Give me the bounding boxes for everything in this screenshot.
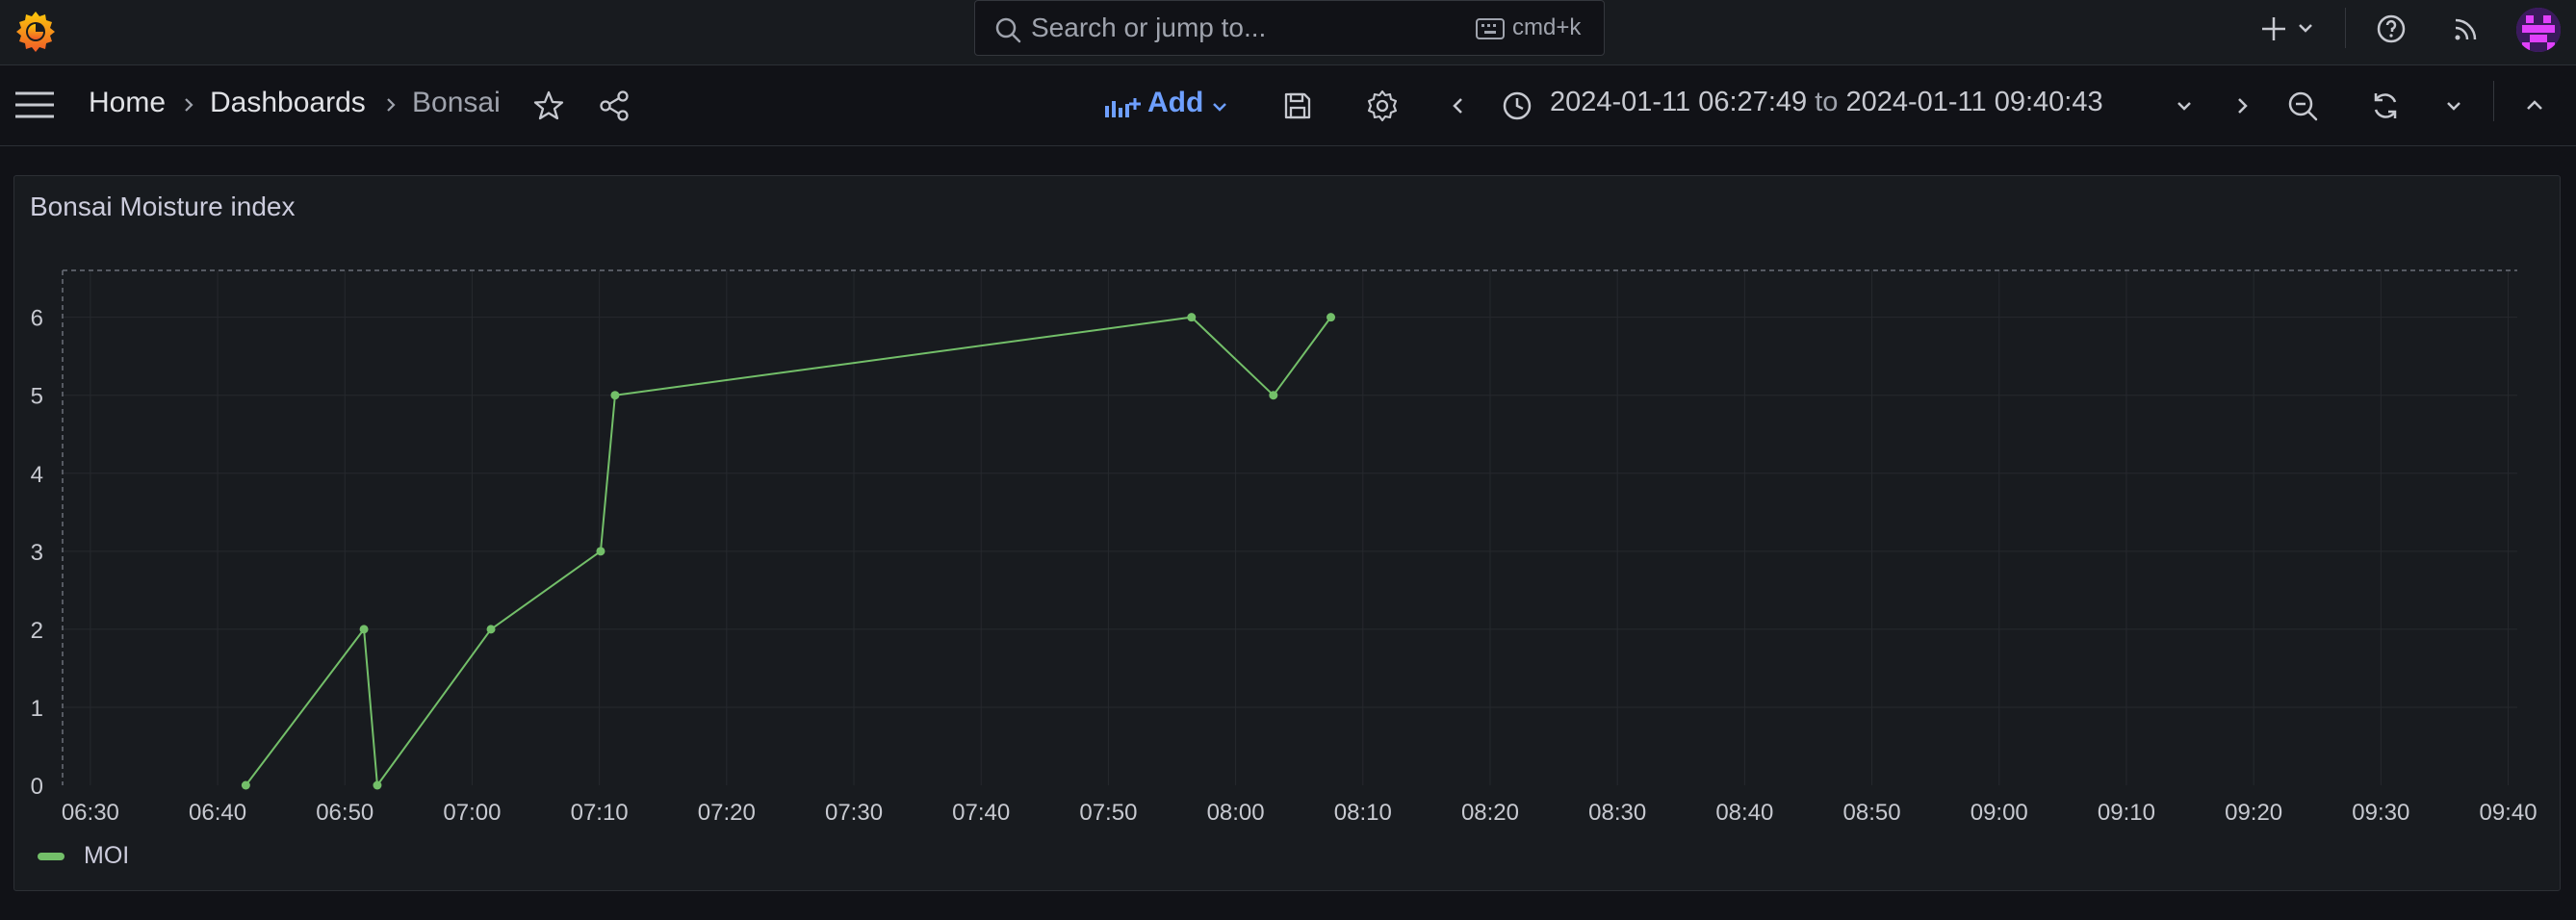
y-tick-label: 2: [31, 618, 43, 644]
timeseries-panel: Bonsai Moisture index 0 1 2 3 4 5 6 06:30 06:40 0…: [13, 175, 2561, 891]
clock-icon: [1503, 91, 1532, 120]
x-tick-label: 06:30: [62, 800, 119, 826]
line-chart[interactable]: 0 1 2 3 4 5 6 06:30 06:40 06:50 07:00 07:10 07:20 07:…: [14, 176, 2562, 892]
x-tick-label: 07:20: [698, 800, 756, 826]
x-tick-label: 08:20: [1461, 800, 1519, 826]
time-range-picker[interactable]: 2024-01-11 06:27:49 to 2024-01-11 09:40:…: [1550, 87, 2103, 118]
dashboard-nav-bar: Home Dashboards Bonsai Add 2024-01-11 06…: [0, 65, 2576, 146]
x-tick-label: 08:30: [1588, 800, 1646, 826]
chevron-up-icon[interactable]: [2520, 89, 2549, 123]
star-icon[interactable]: [531, 89, 566, 123]
x-tick-label: 09:00: [1971, 800, 2028, 826]
menu-icon[interactable]: [13, 89, 56, 121]
save-icon[interactable]: [1280, 89, 1315, 123]
y-tick-label: 1: [31, 696, 43, 722]
time-range-to-word: to: [1815, 87, 1839, 117]
help-icon[interactable]: [2374, 12, 2409, 46]
grafana-logo-icon[interactable]: [12, 8, 60, 56]
x-tick-label: 07:10: [571, 800, 629, 826]
gear-icon[interactable]: [1365, 89, 1400, 123]
x-tick-label: 07:40: [952, 800, 1010, 826]
data-point: [486, 625, 496, 634]
data-point: [373, 780, 382, 790]
chevron-down-icon[interactable]: [2170, 89, 2199, 123]
add-button[interactable]: Add: [1099, 85, 1240, 127]
x-tick-label: 08:40: [1715, 800, 1773, 826]
chevron-down-icon[interactable]: [2293, 15, 2318, 40]
rss-icon[interactable]: [2449, 12, 2484, 46]
breadcrumb-current: Bonsai: [412, 87, 501, 118]
x-tick-label: 08:50: [1843, 800, 1901, 826]
chart-legend: MOI: [38, 842, 129, 870]
y-tick-label: 0: [31, 774, 43, 800]
avatar[interactable]: [2516, 8, 2561, 52]
x-tick-label: 08:10: [1334, 800, 1392, 826]
data-point: [1269, 391, 1278, 400]
time-range-to: 2024-01-11 09:40:43: [1845, 87, 2103, 117]
chevron-right-icon: [185, 98, 193, 112]
data-point: [610, 391, 620, 400]
refresh-icon[interactable]: [2368, 89, 2403, 123]
chevron-left-icon[interactable]: [1444, 89, 1473, 123]
x-tick-label: 06:50: [316, 800, 374, 826]
y-tick-label: 4: [31, 462, 43, 488]
y-tick-label: 3: [31, 540, 43, 566]
chevron-right-icon: [387, 98, 396, 112]
x-tick-label: 07:50: [1079, 800, 1137, 826]
legend-label[interactable]: MOI: [84, 842, 129, 870]
breadcrumb-home[interactable]: Home: [89, 87, 166, 119]
keyboard-icon: [1476, 18, 1505, 39]
plus-icon[interactable]: [2256, 12, 2291, 46]
data-point: [596, 547, 605, 556]
top-bar: Search or jump to... cmd+k: [0, 0, 2576, 65]
x-tick-label: 08:00: [1207, 800, 1265, 826]
x-tick-label: 09:40: [2479, 800, 2537, 826]
data-point: [241, 780, 250, 790]
data-point: [1327, 313, 1336, 322]
data-point: [1187, 313, 1197, 322]
search-shortcut: cmd+k: [1512, 14, 1582, 40]
y-tick-label: 5: [31, 384, 43, 410]
add-button-label: Add: [1147, 87, 1204, 118]
x-tick-label: 09:10: [2098, 800, 2155, 826]
x-tick-label: 07:00: [443, 800, 501, 826]
chevron-right-icon[interactable]: [2228, 89, 2256, 123]
search-icon: [995, 17, 1021, 43]
add-panel-icon: [1105, 98, 1141, 117]
x-tick-label: 09:30: [2352, 800, 2409, 826]
chevron-down-icon[interactable]: [2439, 89, 2468, 123]
x-tick-label: 06:40: [189, 800, 246, 826]
search-bar[interactable]: Search or jump to... cmd+k: [974, 0, 1605, 56]
time-range-from: 2024-01-11 06:27:49: [1550, 87, 1808, 117]
avatar-identicon-icon: [2516, 8, 2561, 52]
divider: [2493, 81, 2494, 121]
divider: [2345, 8, 2346, 48]
breadcrumb-dashboards[interactable]: Dashboards: [210, 87, 366, 119]
chevron-down-icon: [1213, 103, 1226, 112]
data-point: [359, 625, 369, 634]
x-tick-label: 09:20: [2225, 800, 2282, 826]
search-placeholder: Search or jump to...: [1031, 13, 1267, 42]
y-tick-label: 6: [31, 306, 43, 332]
share-icon[interactable]: [597, 89, 631, 123]
x-tick-label: 07:30: [825, 800, 883, 826]
zoom-out-icon[interactable]: [2285, 89, 2320, 123]
legend-swatch: [38, 852, 64, 860]
